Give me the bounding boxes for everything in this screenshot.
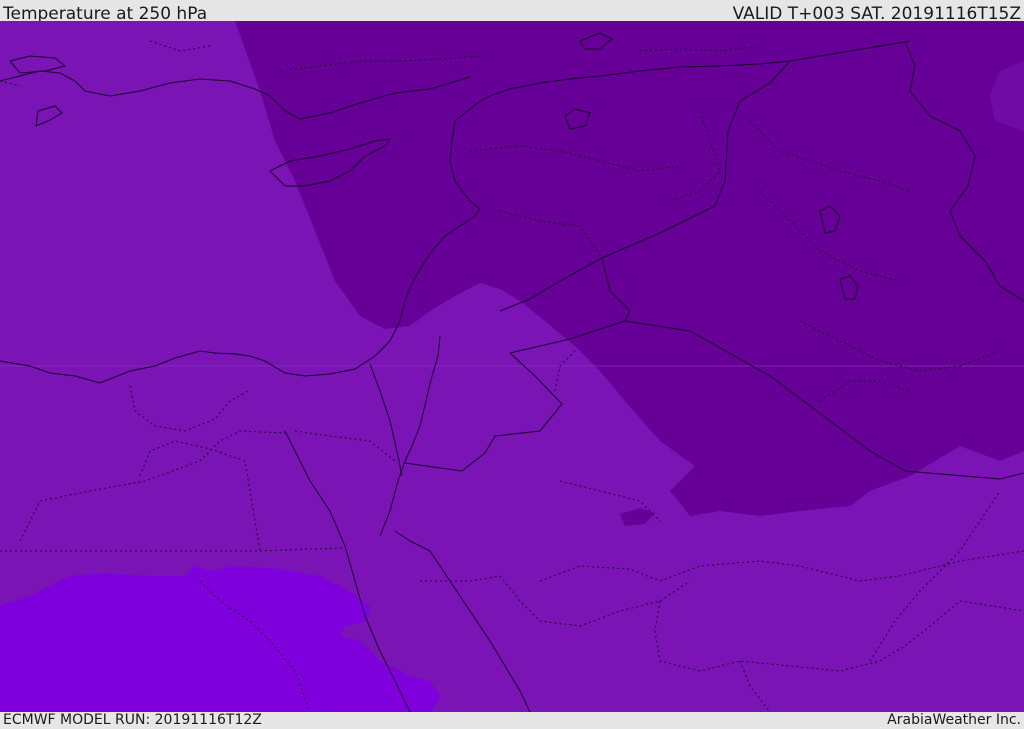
footer-bar: ECMWF MODEL RUN: 20191116T12Z ArabiaWeat… [0,712,1024,729]
credit-label: ArabiaWeather Inc. [887,712,1021,728]
temperature-map[interactable] [0,21,1024,712]
map-canvas [0,21,1024,712]
header-bar: Temperature at 250 hPa VALID T+003 SAT. … [0,0,1024,24]
model-run-label: ECMWF MODEL RUN: 20191116T12Z [3,712,262,728]
